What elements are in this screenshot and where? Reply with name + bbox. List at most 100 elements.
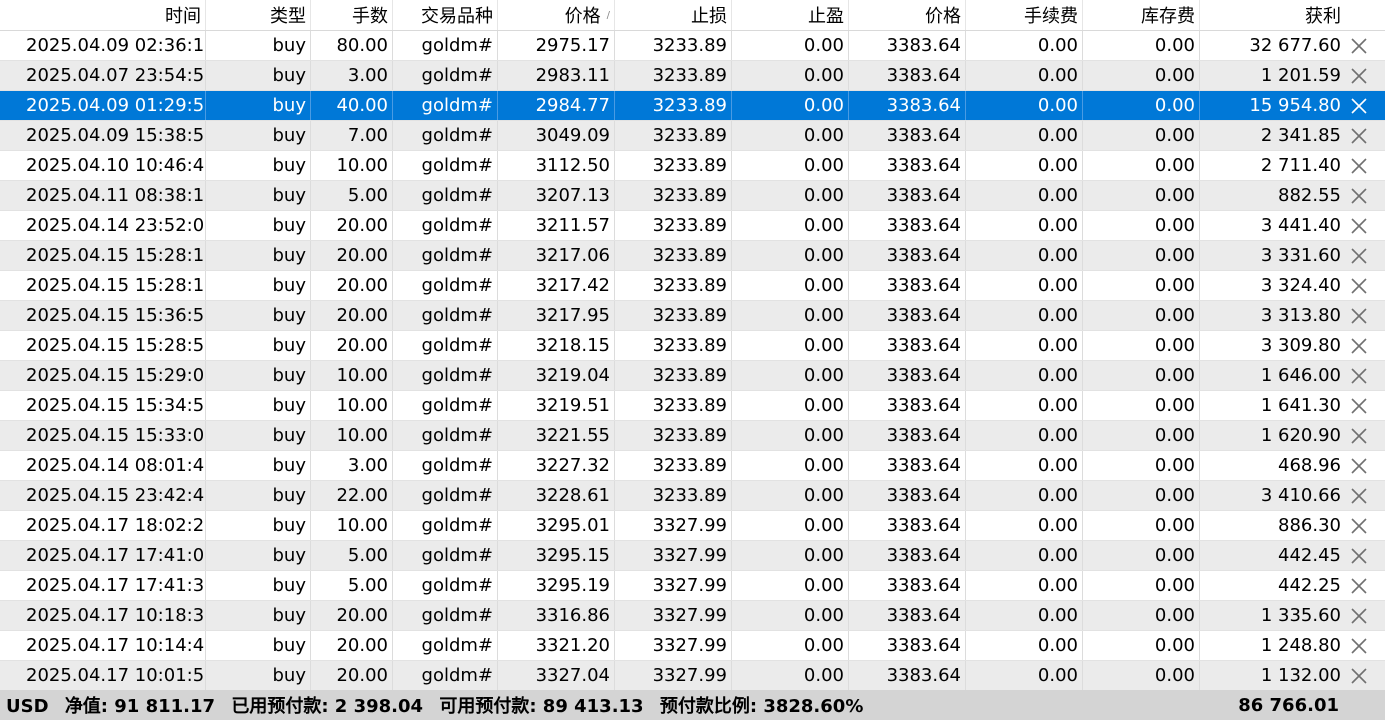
close-position-icon[interactable] <box>1349 366 1369 386</box>
column-header-commission[interactable]: 手续费 <box>966 0 1083 30</box>
close-position-icon[interactable] <box>1349 96 1369 116</box>
close-position-icon[interactable] <box>1349 396 1369 416</box>
cell-commission: 0.00 <box>966 331 1083 360</box>
cell-open-price: 2983.11 <box>498 61 615 90</box>
close-position-icon[interactable] <box>1349 606 1369 626</box>
cell-commission: 0.00 <box>966 481 1083 510</box>
column-header-profit[interactable]: 获利 <box>1200 0 1385 30</box>
table-row[interactable]: 2025.04.15 23:42:43 buy 22.00 goldm# 3228.61… <box>0 481 1385 511</box>
close-position-icon[interactable] <box>1349 636 1369 656</box>
cell-commission: 0.00 <box>966 421 1083 450</box>
column-header-stop-loss[interactable]: 止损 <box>615 0 732 30</box>
table-row[interactable]: 2025.04.15 15:28:19 buy 20.00 goldm# 3217.42… <box>0 271 1385 301</box>
table-row[interactable]: 2025.04.17 18:02:27 buy 10.00 goldm# 3295.01… <box>0 511 1385 541</box>
column-header-open-price[interactable]: 价格 / <box>498 0 615 30</box>
table-row[interactable]: 2025.04.15 15:36:59 buy 20.00 goldm# 3217.95… <box>0 301 1385 331</box>
cell-volume: 20.00 <box>311 601 393 630</box>
table-row[interactable]: 2025.04.09 01:29:58 buy 40.00 goldm# 2984.77… <box>0 91 1385 121</box>
table-row[interactable]: 2025.04.07 23:54:52 buy 3.00 goldm# 2983.11 3… <box>0 61 1385 91</box>
close-position-icon[interactable] <box>1349 216 1369 236</box>
close-position-icon[interactable] <box>1349 186 1369 206</box>
cell-time: 2025.04.17 10:18:34 <box>0 601 206 630</box>
column-header-type[interactable]: 类型 <box>206 0 311 30</box>
cell-current-price: 3383.64 <box>849 361 966 390</box>
cell-time: 2025.04.17 17:41:39 <box>0 571 206 600</box>
cell-current-price: 3383.64 <box>849 181 966 210</box>
table-row[interactable]: 2025.04.09 15:38:59 buy 7.00 goldm# 3049.09 3… <box>0 121 1385 151</box>
cell-take-profit: 0.00 <box>732 301 849 330</box>
cell-stop-loss: 3327.99 <box>615 601 732 630</box>
cell-stop-loss: 3233.89 <box>615 331 732 360</box>
cell-stop-loss: 3233.89 <box>615 151 732 180</box>
cell-type: buy <box>206 331 311 360</box>
table-row[interactable]: 2025.04.17 17:41:06 buy 5.00 goldm# 3295.15 3… <box>0 541 1385 571</box>
cell-time: 2025.04.07 23:54:52 <box>0 61 206 90</box>
column-header-take-profit[interactable]: 止盈 <box>732 0 849 30</box>
close-position-icon[interactable] <box>1349 36 1369 56</box>
table-row[interactable]: 2025.04.17 10:01:53 buy 20.00 goldm# 3327.04… <box>0 661 1385 691</box>
column-header-swap[interactable]: 库存费 <box>1083 0 1200 30</box>
close-position-icon[interactable] <box>1349 456 1369 476</box>
cell-volume: 10.00 <box>311 361 393 390</box>
close-position-icon[interactable] <box>1349 486 1369 506</box>
close-position-icon[interactable] <box>1349 66 1369 86</box>
close-position-icon[interactable] <box>1349 336 1369 356</box>
cell-take-profit: 0.00 <box>732 331 849 360</box>
close-position-icon[interactable] <box>1349 576 1369 596</box>
cell-type: buy <box>206 451 311 480</box>
cell-current-price: 3383.64 <box>849 661 966 690</box>
cell-time: 2025.04.17 18:02:27 <box>0 511 206 540</box>
cell-type: buy <box>206 631 311 660</box>
close-position-icon[interactable] <box>1349 426 1369 446</box>
table-row[interactable]: 2025.04.10 10:46:44 buy 10.00 goldm# 3112.50… <box>0 151 1385 181</box>
cell-stop-loss: 3327.99 <box>615 571 732 600</box>
table-row[interactable]: 2025.04.15 15:33:07 buy 10.00 goldm# 3221.55… <box>0 421 1385 451</box>
cell-take-profit: 0.00 <box>732 451 849 480</box>
table-row[interactable]: 2025.04.15 15:28:52 buy 20.00 goldm# 3218.15… <box>0 331 1385 361</box>
cell-symbol: goldm# <box>393 661 498 690</box>
table-row[interactable]: 2025.04.17 10:18:34 buy 20.00 goldm# 3316.86… <box>0 601 1385 631</box>
table-row[interactable]: 2025.04.17 10:14:42 buy 20.00 goldm# 3321.20… <box>0 631 1385 661</box>
cell-symbol: goldm# <box>393 421 498 450</box>
table-row[interactable]: 2025.04.14 23:52:08 buy 20.00 goldm# 3211.57… <box>0 211 1385 241</box>
column-header-current-price[interactable]: 价格 <box>849 0 966 30</box>
cell-time: 2025.04.17 17:41:06 <box>0 541 206 570</box>
close-position-icon[interactable] <box>1349 306 1369 326</box>
close-position-icon[interactable] <box>1349 126 1369 146</box>
cell-volume: 20.00 <box>311 301 393 330</box>
table-row[interactable]: 2025.04.15 15:28:10 buy 20.00 goldm# 3217.06… <box>0 241 1385 271</box>
cell-current-price: 3383.64 <box>849 391 966 420</box>
table-row[interactable]: 2025.04.14 08:01:48 buy 3.00 goldm# 3227.32 3… <box>0 451 1385 481</box>
cell-time: 2025.04.14 08:01:48 <box>0 451 206 480</box>
cell-time: 2025.04.10 10:46:44 <box>0 151 206 180</box>
cell-current-price: 3383.64 <box>849 451 966 480</box>
close-position-icon[interactable] <box>1349 546 1369 566</box>
cell-stop-loss: 3233.89 <box>615 391 732 420</box>
close-position-icon[interactable] <box>1349 246 1369 266</box>
close-position-icon[interactable] <box>1349 666 1369 686</box>
table-row[interactable]: 2025.04.11 08:38:19 buy 5.00 goldm# 3207.13 3… <box>0 181 1385 211</box>
close-position-icon[interactable] <box>1349 276 1369 296</box>
table-row[interactable]: 2025.04.15 15:29:06 buy 10.00 goldm# 3219.04… <box>0 361 1385 391</box>
column-header-volume[interactable]: 手数 <box>311 0 393 30</box>
cell-stop-loss: 3233.89 <box>615 91 732 120</box>
cell-current-price: 3383.64 <box>849 481 966 510</box>
close-position-icon[interactable] <box>1349 156 1369 176</box>
cell-open-price: 3219.51 <box>498 391 615 420</box>
table-row[interactable]: 2025.04.09 02:36:11 buy 80.00 goldm# 2975.17… <box>0 31 1385 61</box>
column-header-time[interactable]: 时间 <box>0 0 206 30</box>
cell-symbol: goldm# <box>393 121 498 150</box>
cell-symbol: goldm# <box>393 631 498 660</box>
cell-open-price: 3211.57 <box>498 211 615 240</box>
table-row[interactable]: 2025.04.17 17:41:39 buy 5.00 goldm# 3295.19 3… <box>0 571 1385 601</box>
cell-stop-loss: 3327.99 <box>615 661 732 690</box>
cell-volume: 10.00 <box>311 511 393 540</box>
cell-commission: 0.00 <box>966 361 1083 390</box>
cell-volume: 22.00 <box>311 481 393 510</box>
cell-time: 2025.04.15 15:33:07 <box>0 421 206 450</box>
close-position-icon[interactable] <box>1349 516 1369 536</box>
table-row[interactable]: 2025.04.15 15:34:55 buy 10.00 goldm# 3219.51… <box>0 391 1385 421</box>
column-header-symbol[interactable]: 交易品种 <box>393 0 498 30</box>
cell-volume: 40.00 <box>311 91 393 120</box>
cell-swap: 0.00 <box>1083 571 1200 600</box>
